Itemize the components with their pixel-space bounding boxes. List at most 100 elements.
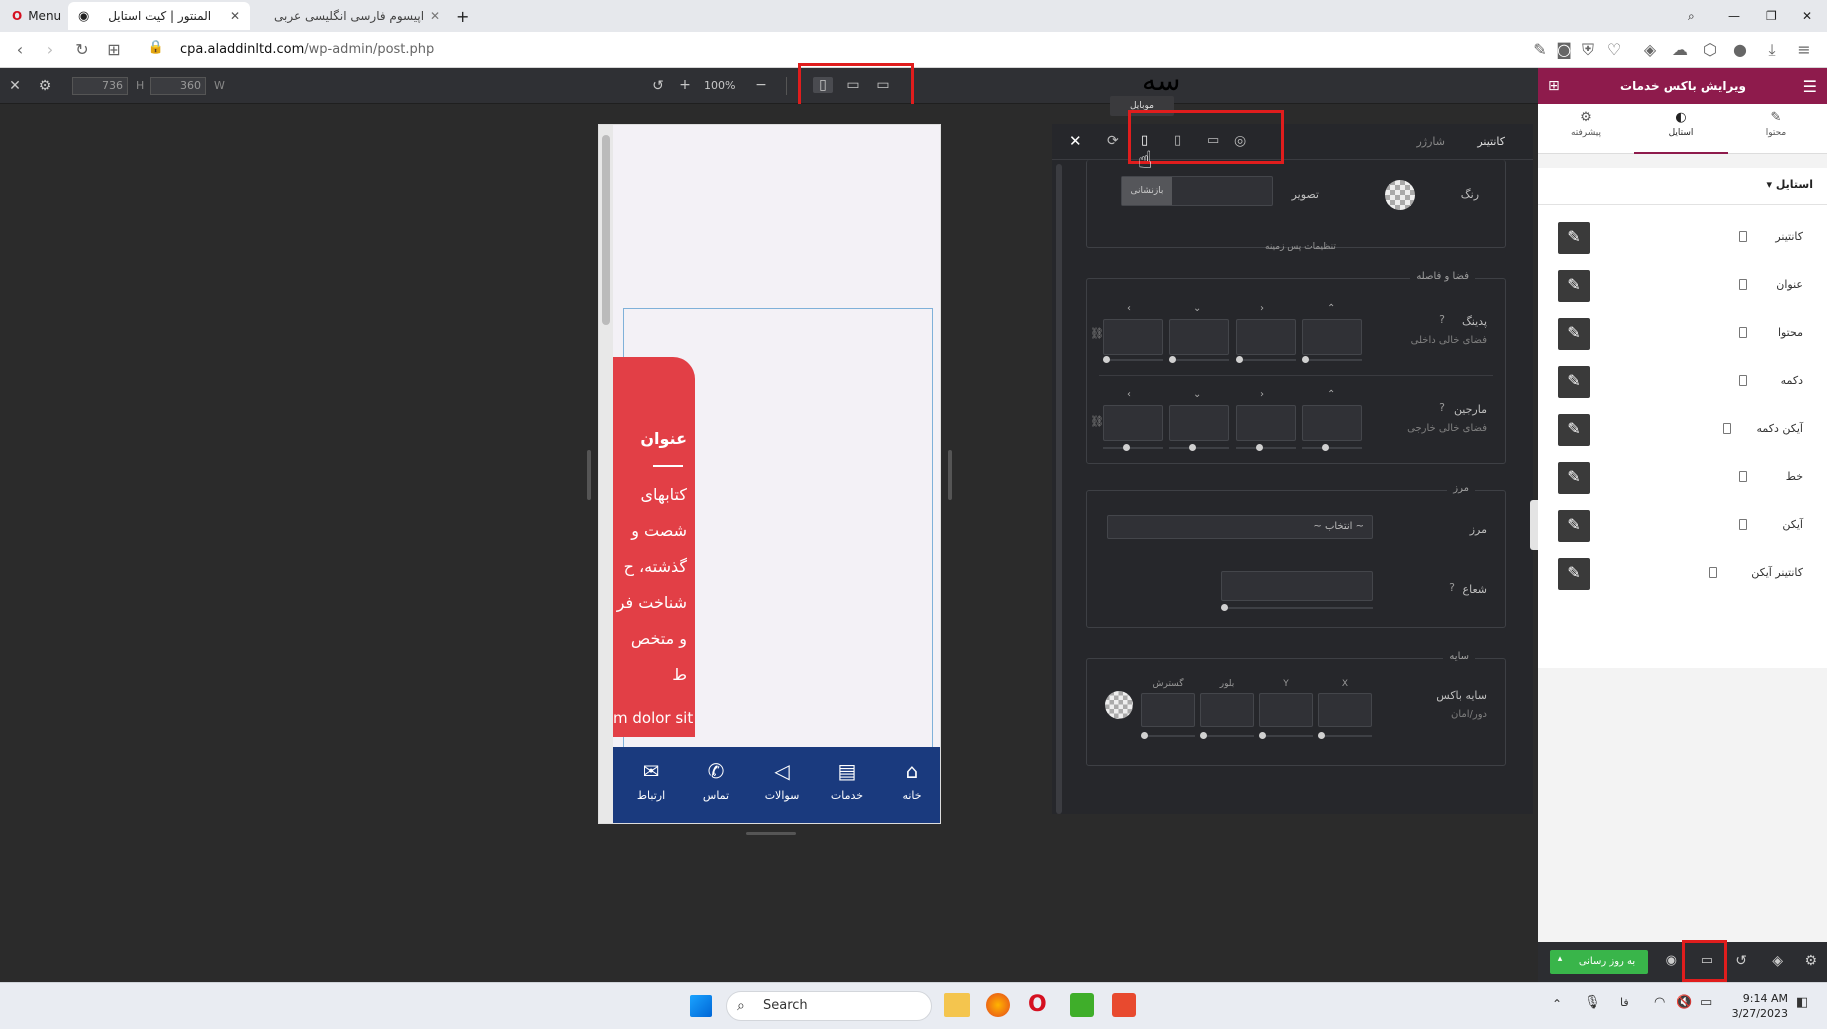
- settings-icon[interactable]: ⚙: [1804, 953, 1817, 969]
- tab-elementor[interactable]: ◉ المنتور | کیت استایل ✕: [68, 2, 250, 30]
- link-icon[interactable]: ⛓: [1090, 415, 1104, 428]
- style-item-button[interactable]: ✎ دکمه: [1538, 358, 1827, 406]
- slider-handle[interactable]: [1259, 732, 1266, 739]
- search-tabs-icon[interactable]: ⌕: [1678, 2, 1705, 30]
- shadow-slider[interactable]: [1200, 735, 1254, 737]
- collapse-panel-handle[interactable]: [1530, 500, 1538, 550]
- close-tab-icon[interactable]: ✕: [430, 9, 440, 23]
- slider-handle[interactable]: [1123, 444, 1130, 451]
- shield-icon[interactable]: ⛨: [1578, 40, 1598, 60]
- style-item-button-icon[interactable]: ✎ آیکن دکمه: [1538, 406, 1827, 454]
- preview-scrollbar[interactable]: [599, 125, 613, 823]
- reload-icon[interactable]: ↻: [72, 40, 92, 59]
- style-item-icon-container[interactable]: ✎ کانتینر آیکن: [1538, 550, 1827, 598]
- slider-handle[interactable]: [1141, 732, 1148, 739]
- edit-style-button[interactable]: ✎: [1558, 318, 1590, 350]
- edit-style-button[interactable]: ✎: [1558, 270, 1590, 302]
- cloud-icon[interactable]: ☁: [1670, 40, 1690, 59]
- link-icon[interactable]: ⛓: [1090, 327, 1104, 340]
- help-icon[interactable]: ?: [1439, 401, 1445, 414]
- back-icon[interactable]: ‹: [10, 40, 30, 59]
- width-input[interactable]: 360: [150, 77, 206, 95]
- edit-style-button[interactable]: ✎: [1558, 510, 1590, 542]
- panel-scrollbar[interactable]: [1056, 164, 1062, 814]
- preview-eye-icon[interactable]: ◉: [1666, 953, 1677, 968]
- help-icon[interactable]: ?: [1449, 581, 1455, 594]
- reset-button[interactable]: بازنشانی: [1122, 177, 1172, 205]
- camtasia-icon[interactable]: [1070, 993, 1094, 1017]
- taskbar-search[interactable]: ⌕ Search: [726, 991, 932, 1021]
- padding-slider[interactable]: [1169, 359, 1229, 361]
- slider-handle[interactable]: [1189, 444, 1196, 451]
- tab-advanced[interactable]: ⚙ پیشرفته: [1538, 104, 1634, 154]
- notification-icon[interactable]: ◧: [1796, 995, 1808, 1010]
- height-input[interactable]: 736: [72, 77, 128, 95]
- slider-handle[interactable]: [1256, 444, 1263, 451]
- color-swatch[interactable]: [1385, 180, 1415, 210]
- clock[interactable]: 9:14 AM 3/27/2023: [1726, 991, 1788, 1021]
- nav-item-connect[interactable]: ✉ ارتباط: [622, 759, 680, 802]
- slider-handle[interactable]: [1318, 732, 1325, 739]
- close-window-icon[interactable]: ✕: [1792, 2, 1822, 30]
- tab-content[interactable]: ✎ محتوا: [1728, 104, 1824, 154]
- recorder-icon[interactable]: [1112, 993, 1136, 1017]
- volume-muted-icon[interactable]: 🔇: [1676, 995, 1692, 1010]
- firefox-icon[interactable]: [986, 993, 1010, 1017]
- slider-handle[interactable]: [1103, 356, 1110, 363]
- shadow-blur-input[interactable]: [1200, 693, 1254, 727]
- microphone-icon[interactable]: 🎙: [1584, 995, 1601, 1010]
- slider-handle[interactable]: [1221, 604, 1228, 611]
- edit-style-button[interactable]: ✎: [1558, 222, 1590, 254]
- style-item-content[interactable]: ✎ محتوا: [1538, 310, 1827, 358]
- forward-icon[interactable]: ›: [40, 40, 60, 59]
- publish-options-caret-icon[interactable]: ▴: [1552, 954, 1568, 970]
- url-field[interactable]: cpa.aladdinltd.com/wp-admin/post.php: [180, 42, 434, 57]
- margin-right-input[interactable]: [1236, 405, 1296, 441]
- download-icon[interactable]: ⤓: [1762, 40, 1782, 60]
- vpn-icon[interactable]: ◈: [1640, 40, 1660, 59]
- history-icon[interactable]: ↺: [1735, 953, 1747, 969]
- gear-icon[interactable]: ⚙: [35, 78, 55, 94]
- sync-icon[interactable]: ⟳: [1107, 133, 1119, 149]
- opera-icon[interactable]: O: [1028, 992, 1047, 1017]
- radius-input[interactable]: [1221, 571, 1373, 601]
- shadow-color-swatch[interactable]: [1105, 691, 1133, 719]
- extensions-icon[interactable]: ⬡: [1700, 40, 1720, 59]
- resize-handle-bottom[interactable]: [746, 832, 796, 835]
- tab-episode[interactable]: اپیسوم فارسی انگلیسی عربی ✕: [258, 2, 440, 30]
- slider-handle[interactable]: [1169, 356, 1176, 363]
- resize-handle-left[interactable]: [587, 450, 591, 500]
- margin-top-input[interactable]: [1302, 405, 1362, 441]
- nav-item-services[interactable]: ▤ خدمات: [818, 759, 876, 802]
- margin-bottom-input[interactable]: [1169, 405, 1229, 441]
- margin-slider[interactable]: [1169, 447, 1229, 449]
- service-card[interactable]: عنوان کتابهای شصت و گذشته، ح شناخت فر و …: [613, 357, 695, 737]
- shadow-slider[interactable]: [1141, 735, 1195, 737]
- restore-icon[interactable]: ❐: [1756, 2, 1787, 30]
- nav-item-home[interactable]: ⌂ خانه: [883, 759, 940, 802]
- style-item-title[interactable]: ✎ عنوان: [1538, 262, 1827, 310]
- help-icon[interactable]: ?: [1439, 313, 1445, 326]
- tab-style[interactable]: ◐ استایل: [1634, 104, 1728, 154]
- heart-icon[interactable]: ♡: [1604, 40, 1624, 59]
- edit-style-button[interactable]: ✎: [1558, 366, 1590, 398]
- padding-bottom-input[interactable]: [1169, 319, 1229, 355]
- padding-top-input[interactable]: [1302, 319, 1362, 355]
- tab-container[interactable]: کانتینر: [1477, 135, 1505, 148]
- edit-style-button[interactable]: ✎: [1558, 462, 1590, 494]
- slider-handle[interactable]: [1302, 356, 1309, 363]
- new-tab-button[interactable]: +: [446, 2, 479, 30]
- edit-style-button[interactable]: ✎: [1558, 558, 1590, 590]
- widgets-grid-icon[interactable]: ⊞: [1548, 78, 1560, 94]
- style-item-line[interactable]: ✎ خط: [1538, 454, 1827, 502]
- close-icon[interactable]: ✕: [5, 78, 25, 94]
- nav-item-faq[interactable]: ◁ سوالات: [753, 759, 811, 802]
- padding-left-input[interactable]: [1103, 319, 1163, 355]
- undo-icon[interactable]: ↺: [648, 78, 668, 94]
- nav-item-contact[interactable]: ✆ تماس: [687, 759, 745, 802]
- zoom-in-icon[interactable]: +: [675, 77, 695, 93]
- close-tab-icon[interactable]: ✕: [230, 9, 240, 23]
- camera-icon[interactable]: ◙: [1554, 40, 1574, 59]
- margin-left-input[interactable]: [1103, 405, 1163, 441]
- padding-slider[interactable]: [1302, 359, 1362, 361]
